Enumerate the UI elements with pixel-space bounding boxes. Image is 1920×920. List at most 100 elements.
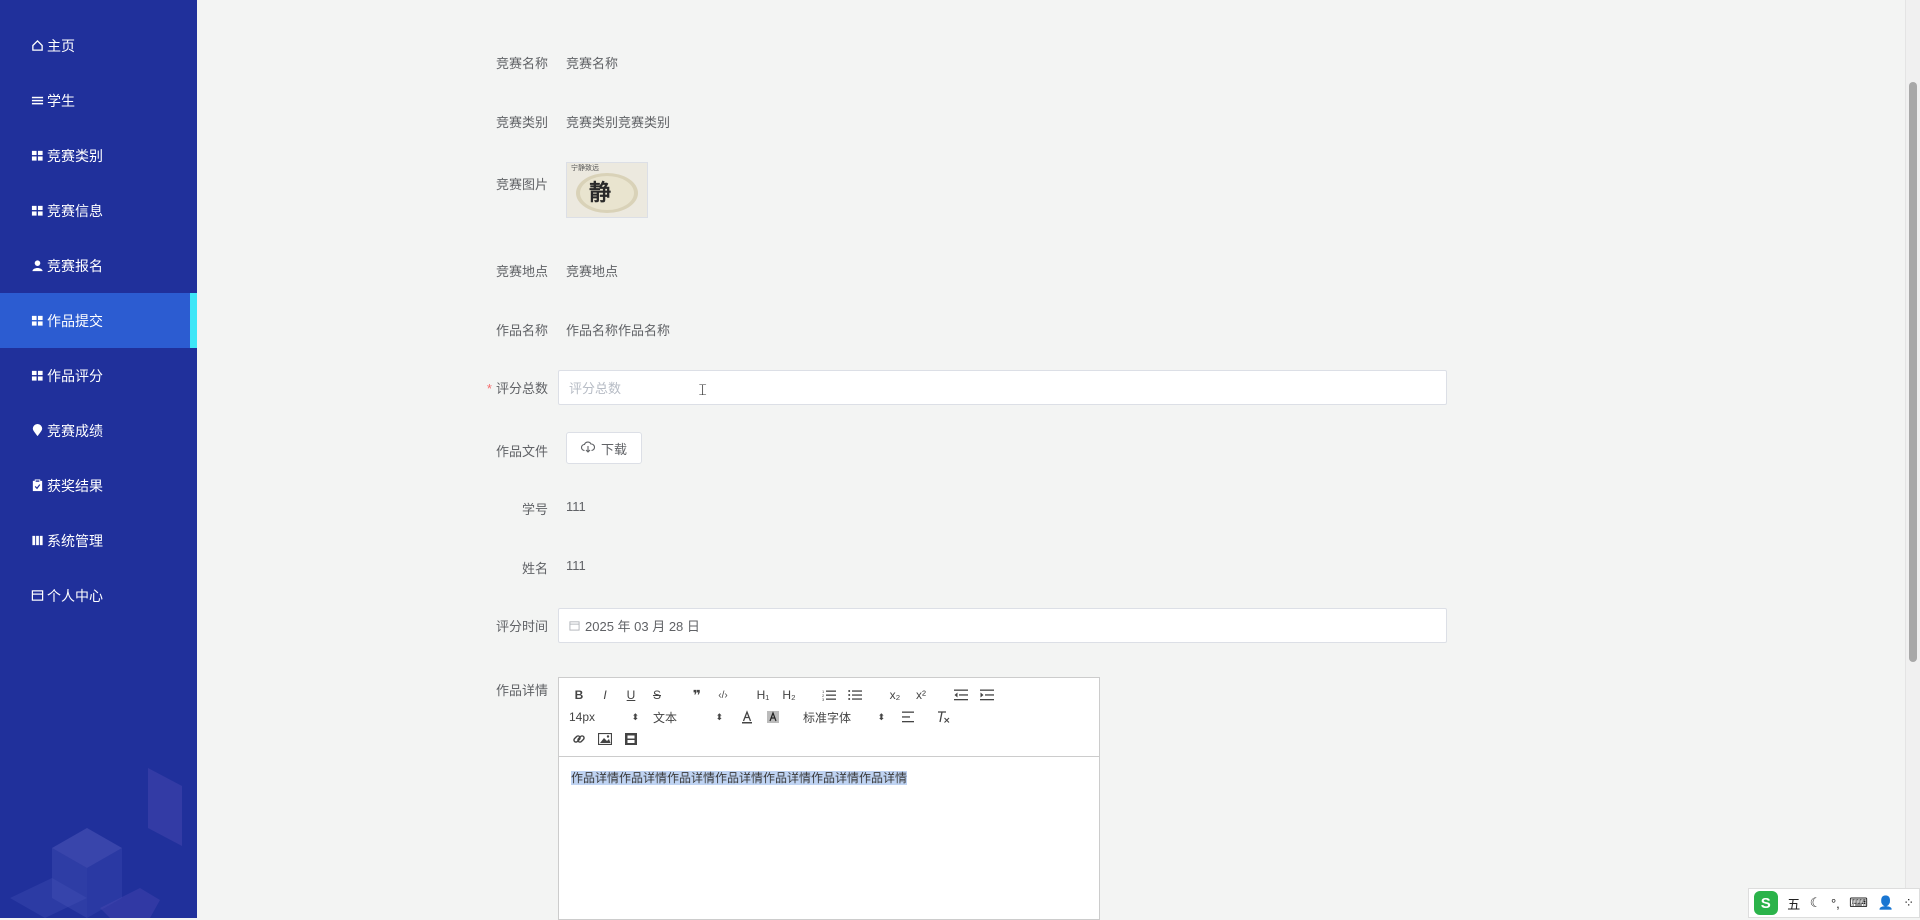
student-name-label: 姓名: [521, 561, 548, 576]
background-color-button[interactable]: [763, 707, 783, 727]
score-total-placeholder: 评分总数: [569, 381, 622, 396]
editor-content[interactable]: 作品详情作品详情作品详情作品详情作品详情作品详情作品详情: [559, 757, 1099, 919]
contest-name-label: 竞赛名称: [495, 56, 548, 71]
text-cursor-icon: 𝙸: [697, 382, 709, 399]
link-button[interactable]: [569, 729, 589, 749]
student-id-value: 111: [566, 499, 586, 514]
ordered-list-button[interactable]: 123: [819, 685, 839, 705]
contest-category-label: 竞赛类别: [495, 115, 548, 130]
sidebar-item-home[interactable]: 主页: [0, 18, 197, 73]
download-button[interactable]: 下载: [566, 432, 643, 464]
sidebar-item-contest-results[interactable]: 竞赛成绩: [0, 403, 197, 458]
student-name-value: 111: [566, 558, 586, 573]
sidebar-item-work-submission[interactable]: 作品提交: [0, 293, 197, 348]
ime-menu-icon[interactable]: ⁘: [1903, 895, 1914, 911]
sidebar-item-contest-category[interactable]: 竞赛类别: [0, 128, 197, 183]
editor-toolbar-row-2: 14px ⬍ 文本 ⬍ 标准字体 ⬍: [569, 706, 1089, 728]
heading-2-button[interactable]: H₂: [779, 685, 799, 705]
form-row-student-id: 学号 111: [470, 499, 1455, 518]
sidebar-item-profile[interactable]: 个人中心: [0, 568, 197, 623]
work-name-value: 作品名称作品名称: [566, 323, 671, 338]
italic-button[interactable]: I: [595, 685, 615, 705]
video-button[interactable]: [621, 729, 641, 749]
clipboard-icon: [29, 478, 45, 494]
list-icon: [29, 93, 45, 109]
sidebar-item-students[interactable]: 学生: [0, 73, 197, 128]
form-row-work-detail: 作品详情 B I U S ❞ ‹/› H₁ H₂ 123 x₂ x² 14px …: [470, 677, 1455, 920]
contest-image-glyph: 静: [589, 180, 612, 206]
sidebar-item-contest-info[interactable]: 竞赛信息: [0, 183, 197, 238]
contest-name-value: 竞赛名称: [566, 56, 619, 71]
sidebar-item-label: 竞赛报名: [47, 257, 103, 274]
home-icon: [29, 38, 45, 54]
ime-punctuation-icon[interactable]: °,: [1831, 896, 1840, 911]
select-arrow-icon: ⬍: [877, 711, 885, 722]
select-arrow-icon: ⬍: [715, 711, 723, 722]
clear-format-icon: [938, 711, 950, 723]
ime-keyboard-icon[interactable]: ⌨: [1849, 895, 1868, 911]
score-time-label: 评分时间: [495, 619, 548, 634]
score-time-value: 2025 年 03 月 28 日: [585, 619, 700, 634]
form-row-work-name: 作品名称 作品名称作品名称: [470, 320, 1455, 339]
ime-logo-icon[interactable]: S: [1753, 891, 1778, 915]
blockquote-button[interactable]: ❞: [687, 685, 707, 705]
heading-1-button[interactable]: H₁: [753, 685, 773, 705]
sidebar-item-label: 竞赛成绩: [47, 422, 103, 439]
scrollbar-thumb[interactable]: [1909, 82, 1917, 662]
ime-toolbar[interactable]: S 五 ☾ °, ⌨ 👤 ⁘: [1748, 888, 1920, 918]
clear-format-button[interactable]: [933, 707, 953, 727]
format-select[interactable]: 文本 ⬍: [653, 709, 723, 726]
form-row-contest-location: 竞赛地点 竞赛地点: [470, 261, 1455, 280]
image-button[interactable]: [595, 729, 615, 749]
sidebar-item-label: 竞赛类别: [47, 147, 103, 164]
background-color-icon: [767, 711, 779, 723]
indent-button[interactable]: [977, 685, 997, 705]
sidebar-item-contest-registration[interactable]: 竞赛报名: [0, 238, 197, 293]
bold-button[interactable]: B: [569, 685, 589, 705]
sidebar-item-label: 作品评分: [47, 367, 103, 384]
user-icon: [29, 258, 45, 274]
grid-icon: [29, 313, 45, 329]
outdent-icon: [954, 689, 968, 701]
ordered-list-icon: 123: [822, 689, 836, 701]
contest-image-caption: 宁静致远: [571, 165, 599, 172]
sidebar-item-system-management[interactable]: 系统管理: [0, 513, 197, 568]
superscript-button[interactable]: x²: [911, 685, 931, 705]
grid-icon: [29, 368, 45, 384]
page-scrollbar[interactable]: [1905, 0, 1920, 918]
ime-user-icon[interactable]: 👤: [1878, 895, 1894, 911]
score-time-date-picker[interactable]: 2025 年 03 月 28 日: [558, 608, 1447, 643]
form-row-score-total: * 评分总数 评分总数: [470, 370, 1455, 405]
video-icon: [625, 733, 637, 745]
sidebar: 主页 学生 竞赛类别 竞赛信息 竞赛报名 作品提交 作品评分 竞赛成绩 获奖结果…: [0, 0, 197, 918]
code-block-button[interactable]: ‹/›: [713, 685, 733, 705]
strikethrough-button[interactable]: S: [647, 685, 667, 705]
sidebar-item-label: 学生: [47, 92, 75, 109]
score-total-input[interactable]: 评分总数: [558, 370, 1447, 405]
sidebar-item-label: 获奖结果: [47, 477, 103, 494]
ime-mode-indicator[interactable]: 五: [1787, 894, 1800, 913]
subscript-button[interactable]: x₂: [885, 685, 905, 705]
form-row-score-time: 评分时间 2025 年 03 月 28 日: [470, 608, 1455, 643]
sidebar-item-award-results[interactable]: 获奖结果: [0, 458, 197, 513]
font-color-button[interactable]: [737, 707, 757, 727]
ime-moon-icon[interactable]: ☾: [1810, 895, 1822, 911]
underline-button[interactable]: U: [621, 685, 641, 705]
form-row-student-name: 姓名 111: [470, 558, 1455, 577]
sidebar-item-label: 竞赛信息: [47, 202, 103, 219]
cloud-download-icon: [581, 440, 596, 456]
sidebar-item-label: 作品提交: [47, 312, 103, 329]
bullet-list-button[interactable]: [845, 685, 865, 705]
indent-icon: [980, 689, 994, 701]
contest-image-label: 竞赛图片: [495, 177, 548, 192]
contest-category-value: 竞赛类别竞赛类别: [566, 115, 671, 130]
font-family-select[interactable]: 标准字体 ⬍: [803, 709, 885, 726]
align-button[interactable]: [899, 707, 919, 727]
font-size-select[interactable]: 14px ⬍: [569, 710, 639, 724]
required-asterisk: *: [486, 381, 492, 396]
sidebar-item-work-scoring[interactable]: 作品评分: [0, 348, 197, 403]
align-left-icon: [902, 711, 914, 723]
outdent-button[interactable]: [951, 685, 971, 705]
form-row-contest-image: 竞赛图片 宁静致远 静: [470, 162, 1455, 218]
contest-image-thumbnail[interactable]: 宁静致远 静: [566, 162, 648, 218]
